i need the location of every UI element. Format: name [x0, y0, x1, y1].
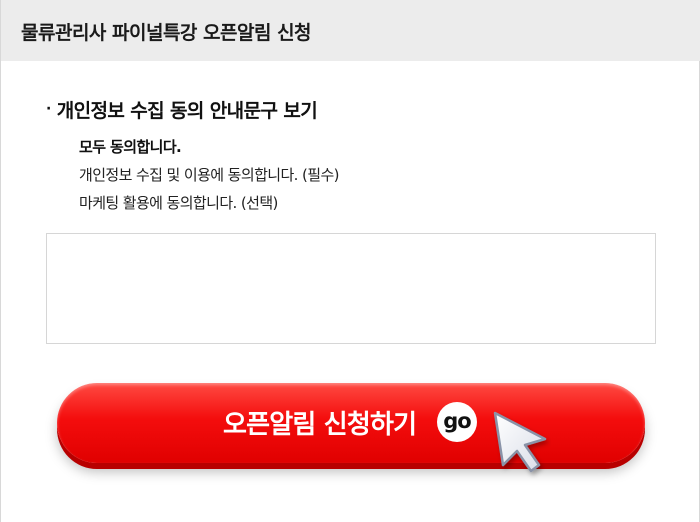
consent-required[interactable]: 개인정보 수집 및 이용에 동의합니다. (필수) [79, 165, 340, 193]
opening-alert-form: 물류관리사 파이널특강 오픈알림 신청 · 개인정보 수집 동의 안내문구 보기 … [0, 0, 700, 522]
go-badge: go [437, 402, 477, 442]
apply-button-label: 오픈알림 신청하기 [223, 410, 417, 440]
open-alert-apply-button[interactable]: 오픈알림 신청하기 go [57, 383, 645, 463]
privacy-notice-heading[interactable]: · 개인정보 수집 동의 안내문구 보기 [46, 96, 318, 123]
privacy-notice-title: 개인정보 수집 동의 안내문구 보기 [56, 100, 318, 122]
form-header: 물류관리사 파이널특강 오픈알림 신청 [1, 0, 700, 61]
consent-all[interactable]: 모두 동의합니다. [79, 137, 339, 165]
bullet-icon: · [46, 101, 51, 117]
pointer-cursor-icon [493, 411, 547, 473]
privacy-notice-textbox[interactable] [46, 233, 656, 344]
form-title: 물류관리사 파이널특강 오픈알림 신청 [21, 22, 312, 44]
consent-marketing[interactable]: 마케팅 활용에 동의합니다. (선택) [79, 193, 339, 221]
consent-list: 모두 동의합니다. 개인정보 수집 및 이용에 동의합니다. (필수) 마케팅 … [79, 137, 340, 221]
